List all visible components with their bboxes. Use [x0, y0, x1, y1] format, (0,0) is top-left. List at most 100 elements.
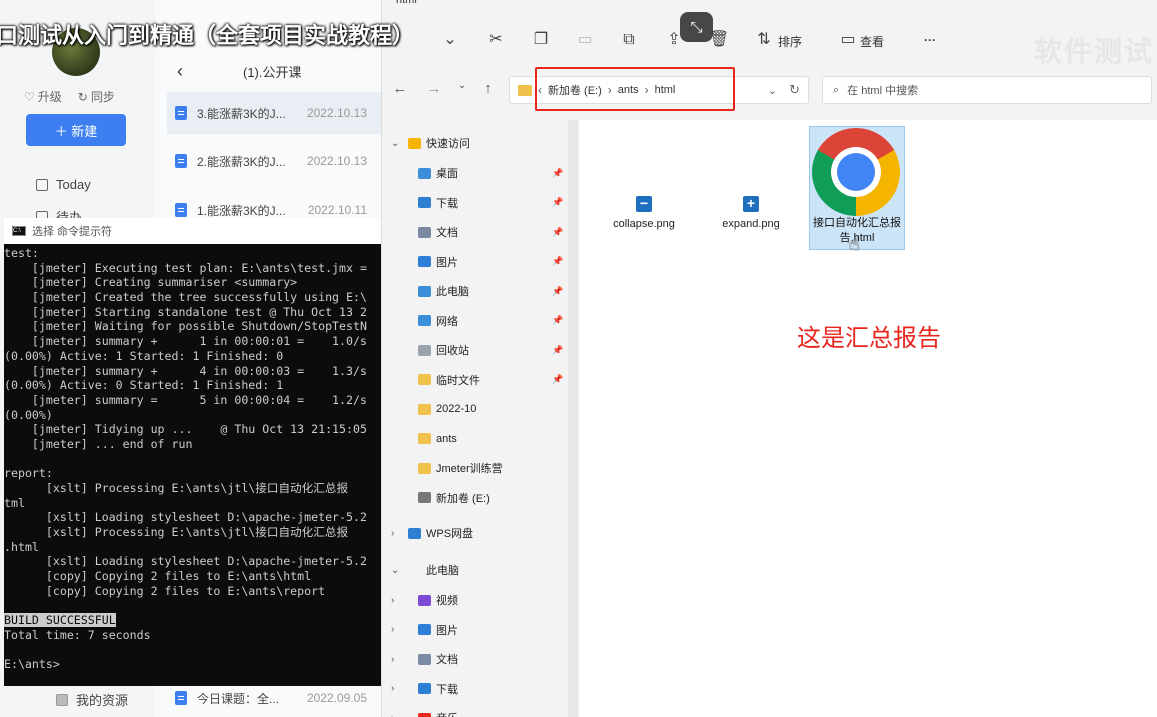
- view-icon[interactable]: ▭: [838, 30, 858, 50]
- nav-item[interactable]: › 图片: [382, 618, 568, 642]
- paste-icon[interactable]: ▭: [575, 30, 595, 50]
- nav-item[interactable]: 临时文件 📌: [382, 368, 568, 392]
- up-button[interactable]: ↑: [478, 80, 498, 97]
- nav-item[interactable]: 网络 📌: [382, 309, 568, 333]
- chevron-right-icon[interactable]: ›: [391, 683, 394, 694]
- cut-icon[interactable]: ✂: [486, 30, 506, 50]
- forward-button[interactable]: →: [424, 80, 444, 97]
- nav-item[interactable]: › 视频: [382, 588, 568, 612]
- nav-item-label: 图片: [436, 256, 458, 269]
- nav-item[interactable]: ants: [382, 427, 568, 451]
- nav-item-label: 图片: [436, 624, 458, 637]
- chevron-right-icon[interactable]: ›: [391, 654, 394, 665]
- file-name: expand.png: [722, 218, 780, 230]
- cmd-line: [4, 643, 381, 658]
- folder-icon: [418, 403, 431, 415]
- cmd-line-text: [copy] Copying 2 files to E:\ants\report: [4, 583, 326, 598]
- pin-icon: 📌: [552, 374, 564, 384]
- file-expand[interactable]: + expand.png: [715, 196, 787, 231]
- nav-item[interactable]: Jmeter训练营: [382, 456, 568, 480]
- chevron-right-icon[interactable]: ›: [391, 624, 394, 635]
- pin-icon: 📌: [552, 315, 564, 325]
- nav-item[interactable]: › 音乐: [382, 706, 568, 717]
- view-button[interactable]: 查看: [860, 33, 884, 50]
- nav-item[interactable]: 此电脑 📌: [382, 279, 568, 303]
- folder-icon: [418, 462, 431, 474]
- cmd-line-text: .html: [4, 539, 39, 554]
- cmd-line-text: [jmeter] summary + 4 in 00:00:03 = 1.3/s: [4, 363, 367, 378]
- nav-item-label: 此电脑: [436, 286, 469, 298]
- 音乐-icon: [418, 712, 431, 717]
- command-prompt-window[interactable]: C:\ 选择 命令提示符 test: [jmeter] Executing te…: [4, 218, 381, 686]
- nav-item[interactable]: › 下载: [382, 677, 568, 701]
- diamond-icon: ♡: [24, 89, 35, 104]
- nav-item[interactable]: 新加卷 (E:): [382, 486, 568, 510]
- sort-button[interactable]: 排序: [778, 33, 802, 50]
- nav-item[interactable]: 桌面 📌: [382, 161, 568, 185]
- sort-icon[interactable]: ⇅: [754, 30, 774, 50]
- nav-item[interactable]: 下载 📌: [382, 191, 568, 215]
- nav-item[interactable]: 回收站 📌: [382, 338, 568, 362]
- nav-item-label: 下载: [436, 683, 458, 696]
- nav-this-pc[interactable]: ⌄ 此电脑: [382, 558, 568, 582]
- navigation-pane: ⌄ 快速访问 桌面 📌 下载 📌 文档 📌 图片 📌 此电脑 📌 网络 📌 回收站 📌 临时文件 📌 2022-10…: [382, 120, 578, 717]
- nav-wps[interactable]: › WPS网盘: [382, 521, 568, 545]
- cmd-line: BUILD SUCCESSFUL: [4, 613, 381, 628]
- file-collapse[interactable]: − collapse.png: [609, 196, 679, 231]
- upgrade-sync-row: ♡ 升级 ↻ 同步: [24, 88, 115, 105]
- 此电脑-icon: [418, 285, 431, 297]
- sync-button[interactable]: ↻ 同步: [78, 88, 115, 105]
- cmd-line-text: [jmeter] Created the tree successfully u…: [4, 290, 367, 305]
- nav-quick-access[interactable]: ⌄ 快速访问: [382, 131, 568, 155]
- chevron-down-icon[interactable]: ⌄: [391, 138, 399, 149]
- cmd-line-text: (0.00%) Active: 0 Started: 1 Finished: 1: [4, 378, 284, 393]
- list-item[interactable]: 2.能涨薪3K的J... 2022.10.13: [167, 140, 381, 182]
- chevron-down-icon[interactable]: ⌄: [391, 565, 399, 576]
- 下载-icon: [418, 683, 431, 694]
- cmd-line-text: [jmeter] Waiting for possible Shutdown/S…: [4, 319, 367, 334]
- sidebar-item-resources[interactable]: 我的资源: [56, 690, 128, 709]
- chevron-right-icon[interactable]: ›: [391, 595, 394, 606]
- sidebar-item-today[interactable]: Today: [36, 177, 91, 192]
- cmd-line: [copy] Copying 2 files to E:\ants\html: [4, 569, 381, 584]
- file-name: collapse.png: [613, 218, 675, 230]
- refresh-icon[interactable]: ↻: [789, 82, 800, 98]
- cmd-titlebar[interactable]: C:\ 选择 命令提示符: [4, 218, 381, 244]
- nav-item-label: Jmeter训练营: [436, 463, 503, 475]
- rename-icon[interactable]: ⧉: [619, 30, 639, 50]
- cmd-line: [jmeter] summary + 1 in 00:00:01 = 1.0/s: [4, 334, 381, 349]
- upgrade-button[interactable]: ♡ 升级: [24, 88, 62, 105]
- nav-item[interactable]: 文档 📌: [382, 220, 568, 244]
- picture-in-picture-icon[interactable]: ⤡: [680, 12, 713, 42]
- chevron-down-icon[interactable]: ⌄: [440, 30, 460, 50]
- chevron-right-icon[interactable]: ›: [391, 713, 394, 717]
- cmd-output[interactable]: test: [jmeter] Executing test plan: E:\a…: [4, 244, 381, 686]
- nav-item-label: 网络: [436, 315, 458, 328]
- copy-icon[interactable]: ❐: [531, 30, 551, 50]
- plus-icon: +: [743, 196, 759, 212]
- list-item[interactable]: 3.能涨薪3K的J... 2022.10.13: [167, 92, 381, 134]
- nav-item-label: 下载: [436, 197, 458, 210]
- new-note-button[interactable]: ＋ 新建: [26, 114, 126, 146]
- back-arrow-icon[interactable]: ‹: [177, 61, 183, 82]
- cmd-line: E:\ants>: [4, 657, 381, 672]
- back-button[interactable]: ←: [390, 80, 410, 97]
- star-icon: [408, 137, 421, 149]
- nav-item[interactable]: 2022-10: [382, 397, 568, 421]
- pin-icon: 📌: [552, 226, 564, 237]
- cmd-line: [xslt] Processing E:\ants\jtl\接口自动化汇总报: [4, 525, 381, 540]
- chevron-right-icon[interactable]: ›: [391, 528, 394, 539]
- cmd-line: [jmeter] summary + 4 in 00:00:03 = 1.3/s: [4, 364, 381, 379]
- address-dropdown-icon[interactable]: ⌄: [768, 84, 777, 97]
- more-button[interactable]: ···: [924, 33, 936, 47]
- 文档-icon: [418, 653, 431, 665]
- pin-icon: 📌: [552, 344, 564, 355]
- cmd-title: 选择 命令提示符: [32, 226, 113, 238]
- cmd-line: [jmeter] Waiting for possible Shutdown/S…: [4, 319, 381, 334]
- nav-item[interactable]: 图片 📌: [382, 250, 568, 274]
- search-input[interactable]: ⌕ 在 html 中搜索: [822, 76, 1152, 104]
- recent-dropdown[interactable]: ⌄: [452, 80, 472, 91]
- nav-scrollbar[interactable]: [568, 120, 578, 717]
- cmd-line-text: [jmeter] Executing test plan: E:\ants\te…: [4, 260, 367, 275]
- nav-item[interactable]: › 文档: [382, 647, 568, 671]
